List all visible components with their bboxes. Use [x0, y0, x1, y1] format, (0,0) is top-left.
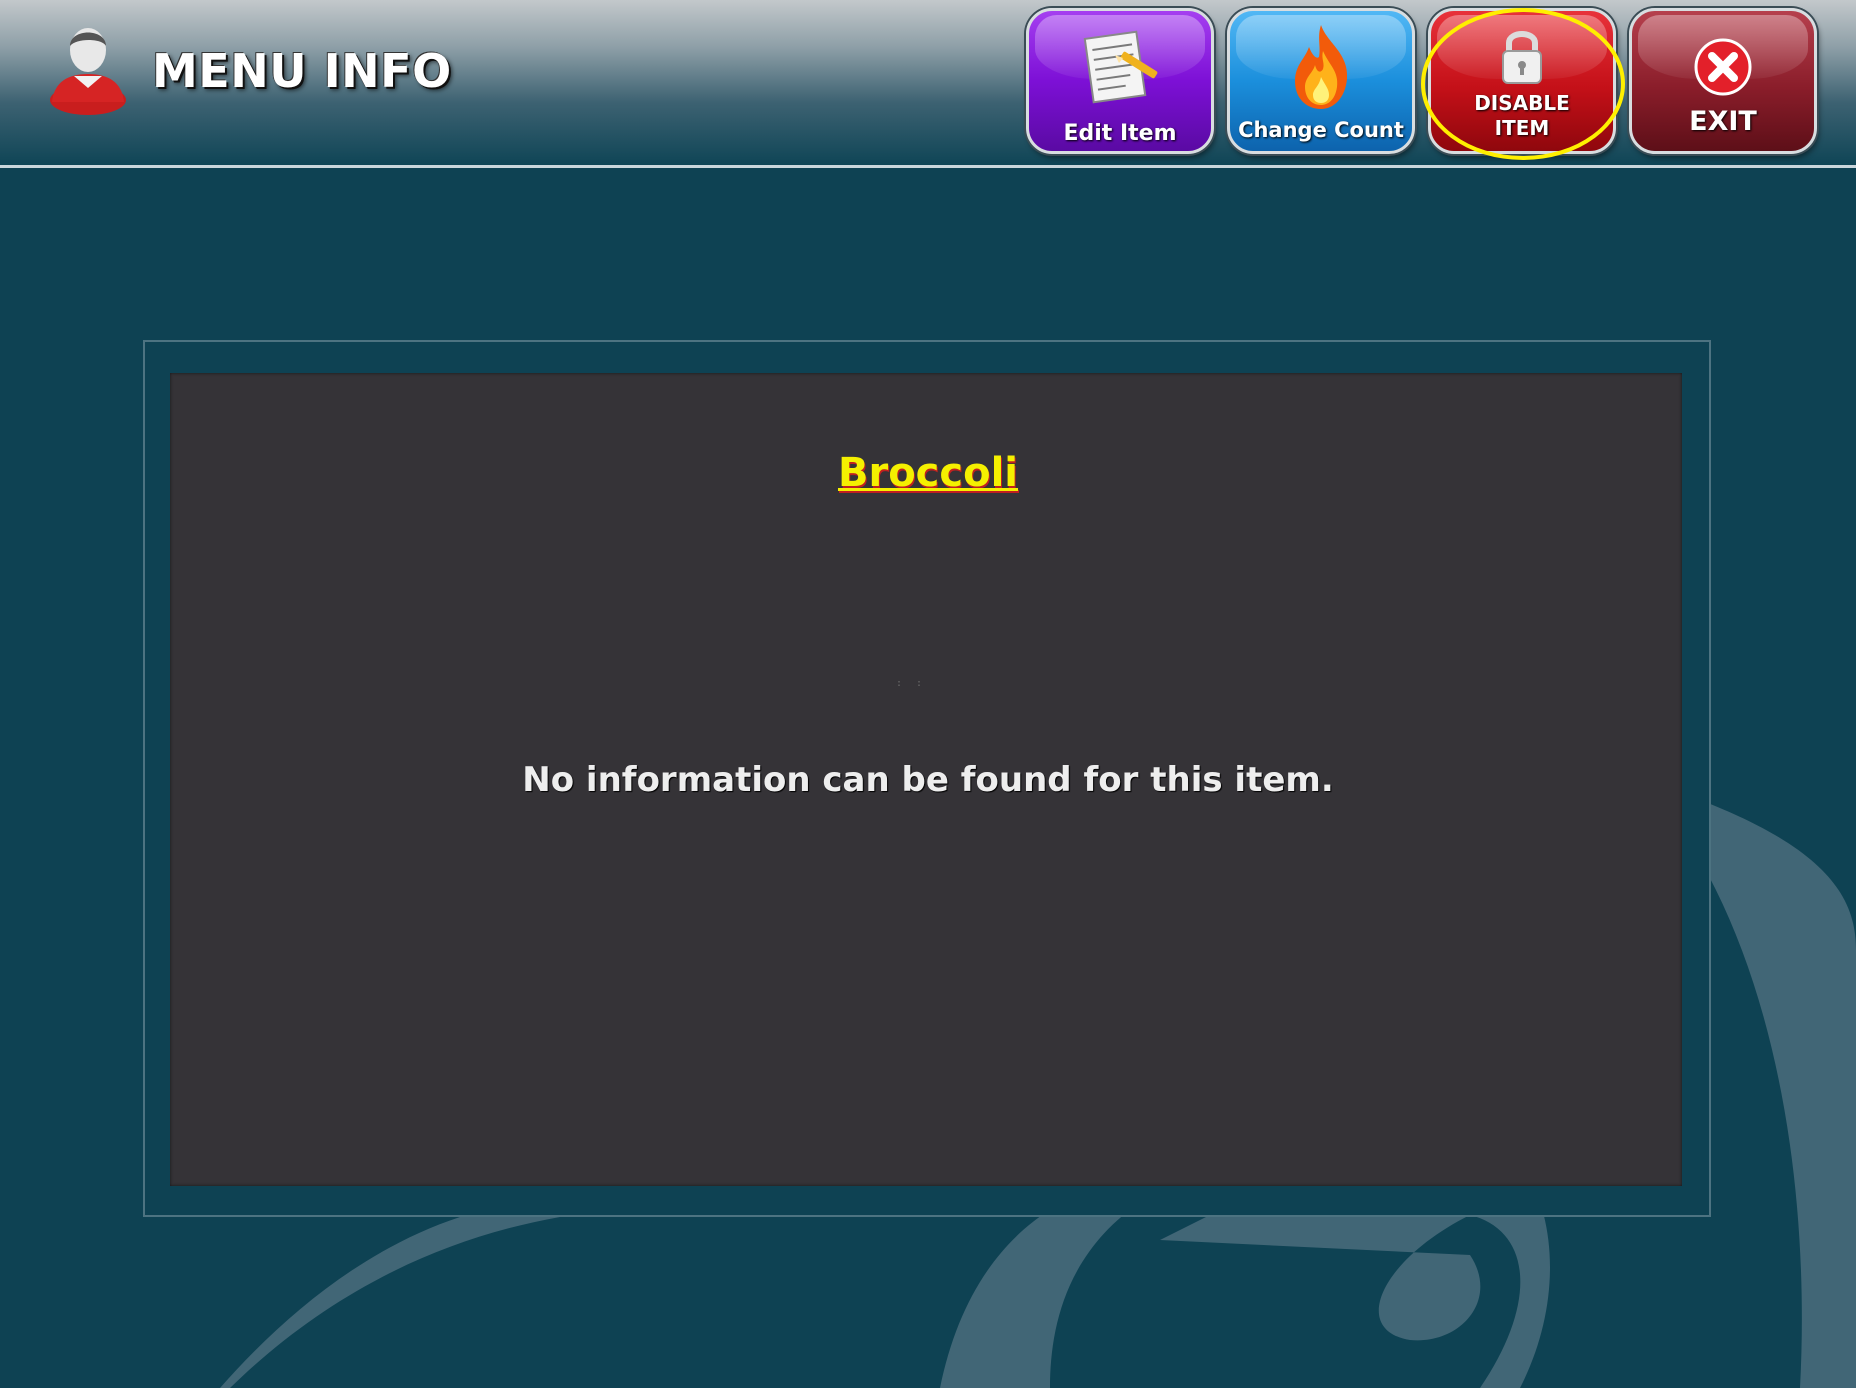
close-x-icon	[1694, 38, 1752, 96]
exit-label: EXIT	[1689, 106, 1757, 137]
separator-dots: : :	[896, 678, 927, 689]
edit-item-label: Edit Item	[1063, 121, 1177, 146]
user-icon	[50, 28, 126, 115]
disable-item-button[interactable]: DISABLE ITEM	[1428, 8, 1616, 154]
change-count-label: Change Count	[1238, 118, 1404, 142]
exit-button[interactable]: EXIT	[1629, 8, 1817, 154]
no-info-message: No information can be found for this ite…	[522, 760, 1334, 800]
top-header-bar: MENU INFO Edit Item Change Count DISABLE…	[0, 0, 1856, 168]
edit-item-button[interactable]: Edit Item	[1026, 8, 1214, 154]
padlock-icon	[1502, 31, 1542, 84]
flame-icon	[1295, 25, 1348, 109]
disable-label-line1: DISABLE	[1474, 91, 1570, 115]
disable-item-label: DISABLE ITEM	[1431, 91, 1613, 141]
item-name: Broccoli	[837, 450, 1019, 496]
change-count-button[interactable]: Change Count	[1227, 8, 1415, 154]
page-title: MENU INFO	[152, 44, 452, 98]
disable-label-line2: ITEM	[1494, 116, 1550, 140]
notepad-pencil-icon	[1083, 30, 1158, 104]
